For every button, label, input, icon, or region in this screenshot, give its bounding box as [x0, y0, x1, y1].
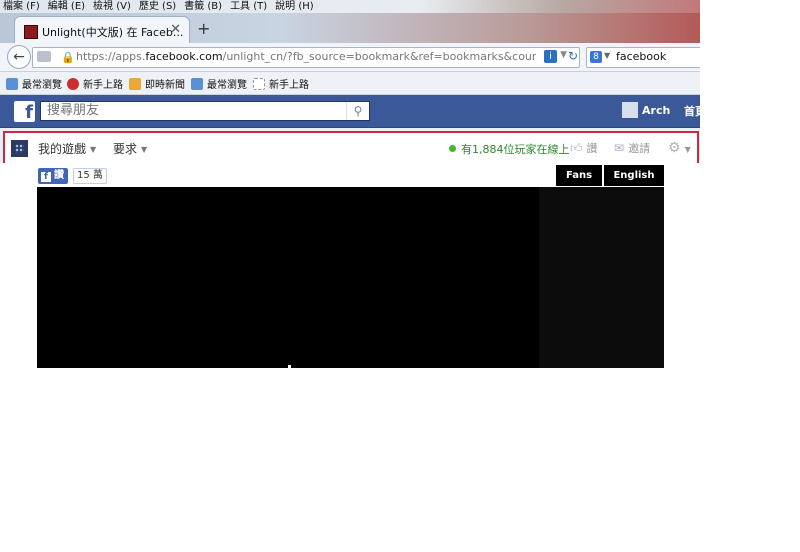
facebook-logo-icon[interactable]: f	[14, 101, 35, 123]
firefox-icon	[67, 78, 79, 90]
tab-close-icon[interactable]: ✕	[170, 22, 181, 37]
facebook-f-icon: f	[41, 172, 51, 182]
game-frame[interactable]	[37, 187, 539, 368]
browser-tab[interactable]: Unlight(中文版) 在 Faceb... ✕	[14, 16, 190, 44]
like-count-bubble: 15 萬	[73, 168, 107, 184]
settings-button[interactable]: ⚙ ▼	[668, 140, 691, 156]
new-tab-button[interactable]: +	[197, 19, 210, 38]
search-input[interactable]: facebook	[616, 50, 666, 63]
site-identity-icon[interactable]	[37, 51, 51, 62]
back-button[interactable]: ←	[7, 45, 31, 69]
bookmark-icon	[191, 78, 203, 90]
app-toolbar: 我的遊戲 ▼ 要求 ▼ 有1,884位玩家在線上 👍︎ 讚 ✉ 邀請 ⚙ ▼	[3, 131, 699, 165]
like-app-button[interactable]: 👍︎ 讚	[570, 140, 598, 156]
invite-button[interactable]: ✉ 邀請	[614, 140, 650, 156]
menu-edit[interactable]: 編輯 (E)	[45, 0, 90, 13]
search-icon[interactable]: ⚲	[346, 102, 369, 120]
menu-bar: 檔案 (F) 編輯 (E) 檢視 (V) 歷史 (S) 書籤 (B) 工具 (T) 說明 (…	[0, 0, 700, 13]
my-games-menu[interactable]: 我的遊戲 ▼	[38, 140, 96, 157]
menu-history[interactable]: 歷史 (S)	[136, 0, 181, 13]
unlight-app-icon[interactable]	[11, 140, 28, 157]
online-dot-icon	[449, 145, 456, 152]
facebook-like-button[interactable]: f讚	[38, 168, 68, 184]
search-box[interactable]: 8 ▼ facebook	[586, 47, 700, 68]
tab-fans[interactable]: Fans	[556, 165, 602, 186]
menu-help[interactable]: 說明 (H)	[272, 0, 319, 13]
menu-view[interactable]: 檢視 (V)	[90, 0, 136, 13]
unlight-favicon-icon	[24, 25, 38, 39]
page-icon	[253, 78, 265, 90]
google-icon[interactable]: 8	[590, 51, 602, 63]
bookmark-most-visited-2[interactable]: 最常瀏覽	[191, 76, 247, 91]
chevron-down-icon: ▼	[141, 145, 148, 154]
gear-icon: ⚙	[668, 140, 681, 156]
home-link[interactable]: 首頁	[684, 103, 700, 119]
browser-window: 檔案 (F) 編輯 (E) 檢視 (V) 歷史 (S) 書籤 (B) 工具 (T) 說明 (…	[0, 0, 700, 368]
menu-bookmarks[interactable]: 書籤 (B)	[181, 0, 227, 13]
profile-link[interactable]: Arch	[622, 102, 670, 118]
tab-title: Unlight(中文版) 在 Faceb...	[42, 26, 184, 39]
search-engine-dropdown-icon[interactable]: ▼	[604, 51, 610, 60]
bookmark-getting-started[interactable]: 新手上路	[67, 76, 123, 91]
bookmarks-toolbar: 最常瀏覽 新手上路 即時新聞 最常瀏覽 新手上路	[0, 72, 700, 95]
bookmark-getting-started-2[interactable]: 新手上路	[253, 76, 309, 91]
rss-icon	[129, 78, 141, 90]
online-players-status: 有1,884位玩家在線上	[449, 141, 570, 157]
url-text[interactable]: https://apps.facebook.com/unlight_cn/?fb…	[76, 50, 536, 63]
info-icon[interactable]: i	[544, 50, 557, 63]
requests-menu[interactable]: 要求 ▼	[113, 140, 147, 157]
bookmark-icon	[6, 78, 18, 90]
bookmark-most-visited[interactable]: 最常瀏覽	[6, 76, 62, 91]
loading-indicator	[288, 365, 291, 368]
reload-icon[interactable]: ↻	[568, 49, 578, 63]
thumbs-up-icon: 👍︎	[570, 141, 583, 155]
facebook-search[interactable]: ⚲	[40, 101, 370, 121]
envelope-icon: ✉	[614, 141, 625, 155]
facebook-header: f ⚲ Arch 首頁	[0, 95, 700, 128]
navigation-bar: ← 🔒 https://apps.facebook.com/unlight_cn…	[0, 43, 700, 72]
chevron-down-icon: ▼	[90, 145, 97, 154]
bookmark-latest-news[interactable]: 即時新聞	[129, 76, 185, 91]
lock-icon: 🔒	[61, 51, 75, 64]
chevron-down-icon: ▼	[684, 145, 691, 154]
tab-strip: Unlight(中文版) 在 Faceb... ✕ +	[0, 13, 700, 44]
menu-file[interactable]: 檔案 (F)	[0, 0, 45, 13]
url-dropdown-icon[interactable]: ▼	[560, 50, 567, 60]
avatar	[622, 102, 638, 118]
tab-english[interactable]: English	[604, 165, 664, 186]
address-bar[interactable]: 🔒 https://apps.facebook.com/unlight_cn/?…	[32, 47, 580, 68]
friend-search-input[interactable]	[47, 103, 347, 118]
menu-tools[interactable]: 工具 (T)	[227, 0, 272, 13]
side-panel	[539, 187, 664, 368]
